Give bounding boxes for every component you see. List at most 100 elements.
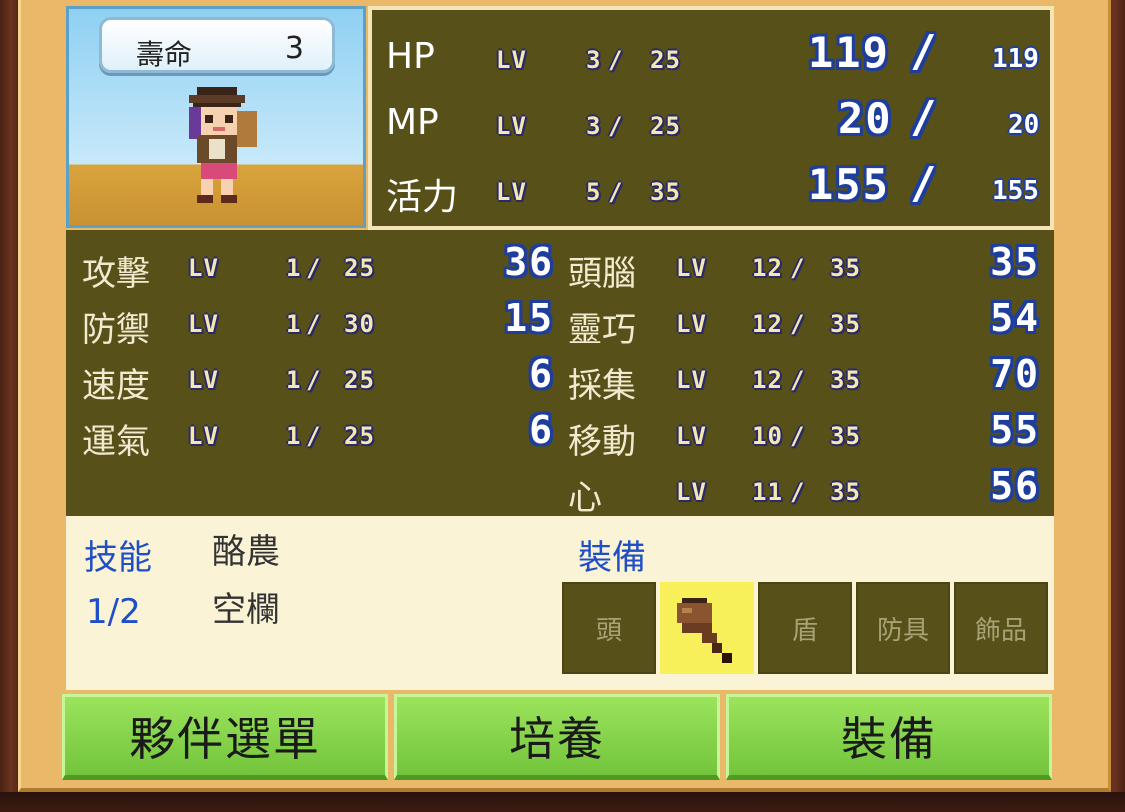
lv-slash: / (306, 422, 322, 450)
lv-max: 25 (344, 422, 375, 450)
vitality-current: 155 (808, 160, 890, 209)
stat-row-vitality: 活力 LV 5 / 35 155 / 155 (372, 154, 1050, 220)
stat-name: 活力 (386, 177, 459, 218)
lv-slash: / (790, 310, 806, 338)
lv-current: 10 (752, 422, 783, 450)
lv-slash: / (306, 310, 322, 338)
lv-current: 1 (286, 366, 302, 394)
lv-tag: LV (188, 366, 219, 394)
lv-tag: LV (188, 254, 219, 282)
attribute-stats-panel: 攻擊 LV 1 / 25 36 防禦 LV 1 / 30 15 速度 LV 1 … (66, 230, 1054, 518)
value-slash: / (910, 158, 939, 209)
lv-current: 1 (286, 422, 302, 450)
stat-name: MP (386, 102, 439, 143)
stat-row-movement: 移動 LV 10 / 35 55 (564, 404, 1048, 462)
mp-current: 20 (838, 94, 893, 143)
stat-row-speed: 速度 LV 1 / 25 6 (66, 348, 560, 406)
stat-value: 54 (990, 296, 1040, 340)
stat-value: 6 (529, 352, 554, 396)
stat-row-gathering: 採集 LV 12 / 35 70 (564, 348, 1048, 406)
stat-name: 心 (568, 478, 602, 518)
lv-current: 12 (752, 366, 783, 394)
lv-max: 25 (344, 366, 375, 394)
lv-slash: / (608, 46, 624, 74)
stat-name: 防禦 (82, 310, 150, 350)
lifespan-label: 壽命 (136, 38, 193, 71)
skills-equipment-panel: 技能 1/2 酪農 空欄 裝備 頭 盾 防具 飾品 (66, 516, 1054, 690)
lv-current: 1 (286, 310, 302, 338)
lv-tag: LV (676, 422, 707, 450)
lifespan-value: 3 (284, 31, 304, 66)
skill-item[interactable]: 酪農 (212, 524, 280, 573)
stat-name: 運氣 (82, 422, 150, 462)
lv-tag: LV (496, 112, 527, 140)
lv-current: 3 (586, 112, 602, 140)
lv-max: 30 (344, 310, 375, 338)
stat-row-defense: 防禦 LV 1 / 30 15 (66, 292, 560, 350)
lv-tag: LV (496, 178, 527, 206)
vitality-max: 155 (992, 176, 1039, 206)
stat-name: 移動 (568, 422, 636, 462)
train-button[interactable]: 培養 (394, 694, 720, 780)
lv-tag: LV (676, 254, 707, 282)
lv-current: 5 (586, 178, 602, 206)
stat-row-attack: 攻擊 LV 1 / 25 36 (66, 236, 560, 294)
skill-item-empty[interactable]: 空欄 (212, 582, 280, 631)
slot-label: 盾 (791, 615, 818, 646)
lv-tag: LV (188, 422, 219, 450)
lv-tag: LV (188, 310, 219, 338)
lv-slash: / (790, 254, 806, 282)
slot-label: 頭 (595, 615, 622, 646)
equip-slot-armor[interactable]: 防具 (856, 582, 950, 674)
lv-slash: / (790, 422, 806, 450)
stat-value: 36 (504, 240, 554, 284)
lv-current: 3 (586, 46, 602, 74)
lv-max: 35 (830, 366, 861, 394)
stat-value: 55 (990, 408, 1040, 452)
lv-max: 25 (650, 112, 681, 140)
lv-slash: / (306, 254, 322, 282)
stat-row-luck: 運氣 LV 1 / 25 6 (66, 404, 560, 462)
lv-max: 35 (830, 422, 861, 450)
slot-label: 防具 (876, 615, 929, 646)
lv-max: 35 (650, 178, 681, 206)
lv-current: 11 (752, 478, 783, 506)
lv-current: 1 (286, 254, 302, 282)
value-slash: / (910, 92, 939, 143)
club-weapon-icon (677, 598, 732, 663)
vital-stats-panel: HP LV 3 / 25 119 / 119 MP LV 3 / 25 20 /… (368, 6, 1054, 230)
stat-name: 頭腦 (568, 254, 636, 294)
lv-tag: LV (676, 310, 707, 338)
lv-tag: LV (496, 46, 527, 74)
lv-slash: / (608, 178, 624, 206)
lv-max: 35 (830, 254, 861, 282)
wood-floor (0, 792, 1125, 812)
lv-tag: LV (676, 366, 707, 394)
stat-name: 攻擊 (82, 254, 150, 294)
stat-name: 速度 (82, 366, 150, 406)
stat-value: 15 (504, 296, 554, 340)
lv-current: 12 (752, 254, 783, 282)
lv-max: 35 (830, 310, 861, 338)
party-menu-button[interactable]: 夥伴選單 (62, 694, 388, 780)
slot-label: 飾品 (974, 615, 1027, 646)
lv-max: 35 (830, 478, 861, 506)
character-portrait: 壽命 3 (66, 6, 366, 228)
equip-slot-weapon[interactable] (660, 582, 754, 674)
lv-slash: / (608, 112, 624, 140)
stat-value: 35 (990, 240, 1040, 284)
stat-name: 採集 (568, 366, 636, 406)
equip-slot-accessory[interactable]: 飾品 (954, 582, 1048, 674)
lv-slash: / (306, 366, 322, 394)
equip-slot-head[interactable]: 頭 (562, 582, 656, 674)
lv-slash: / (790, 366, 806, 394)
equip-slot-shield[interactable]: 盾 (758, 582, 852, 674)
stat-name: HP (386, 36, 435, 77)
lv-tag: LV (676, 478, 707, 506)
equip-button[interactable]: 裝備 (726, 694, 1052, 780)
stat-value: 6 (529, 408, 554, 452)
stat-row-intellect: 頭腦 LV 12 / 35 35 (564, 236, 1048, 294)
lv-slash: / (790, 478, 806, 506)
stat-value: 56 (990, 464, 1040, 508)
stat-row-hp: HP LV 3 / 25 119 / 119 (372, 22, 1050, 88)
